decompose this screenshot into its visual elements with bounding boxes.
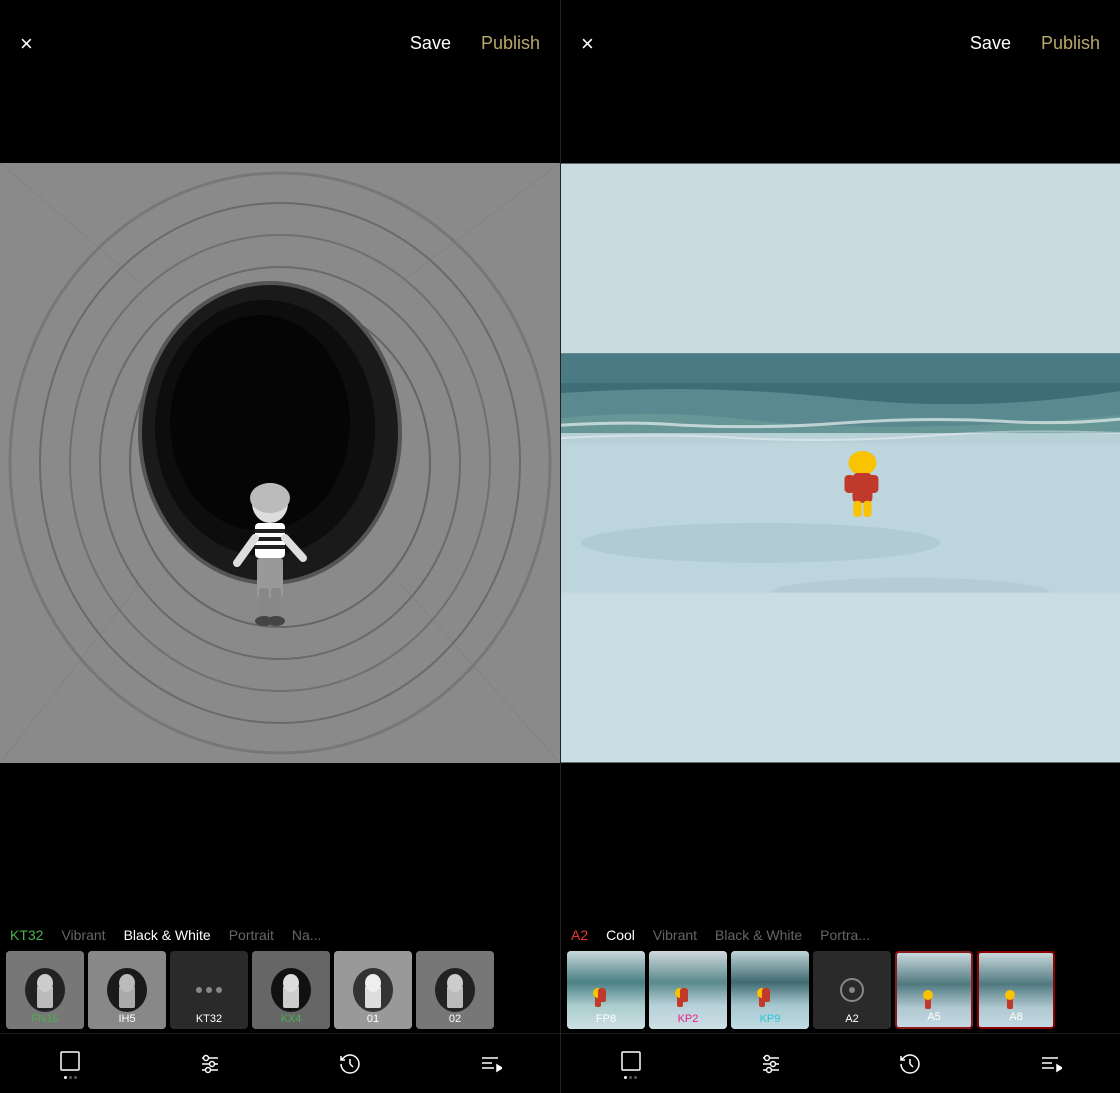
toolbar-adjust-right[interactable]: [759, 1052, 783, 1076]
photo-beach: [561, 87, 1120, 839]
filter-bar-right: A2 Cool Vibrant Black & White Portra... …: [561, 919, 1120, 1033]
filter-cat-vibrant[interactable]: Vibrant: [61, 927, 105, 943]
toolbar-history-left[interactable]: [338, 1052, 362, 1076]
toolbar-export-left[interactable]: [478, 1052, 502, 1076]
filter-thumb-a5-label: A5: [897, 1011, 971, 1023]
filter-thumb-kp9-label: KP9: [731, 1013, 809, 1025]
filter-thumb-kx4-label: KX4: [252, 1013, 330, 1025]
frame-icon-left: [58, 1049, 82, 1073]
photo-bw-tree: [0, 87, 560, 839]
filter-thumb-fn16-label: FN16: [6, 1013, 84, 1025]
filter-bar-left: KT32 Vibrant Black & White Portrait Na..…: [0, 919, 560, 1033]
header-left: × Save Publish: [0, 0, 560, 87]
filter-thumbnails-right: FP8 KP2 KP9 A2 A5: [561, 951, 1120, 1029]
bottom-black-right: [561, 839, 1120, 919]
filter-thumb-ih5-label: IH5: [88, 1013, 166, 1025]
toolbar-export-right[interactable]: [1038, 1052, 1062, 1076]
filter-thumb-a2-label: A2: [813, 1013, 891, 1025]
frame-dots-right: [624, 1076, 637, 1079]
filter-thumb-kx4[interactable]: KX4: [252, 951, 330, 1029]
filter-thumb-a2[interactable]: A2: [813, 951, 891, 1029]
panel-right: × Save Publish: [560, 0, 1120, 1093]
publish-button-right[interactable]: Publish: [1041, 33, 1100, 54]
frame-icon-right: [619, 1049, 643, 1073]
filter-cat-portrait[interactable]: Portrait: [229, 927, 274, 943]
filter-thumb-kp9[interactable]: KP9: [731, 951, 809, 1029]
filter-thumb-kp2[interactable]: KP2: [649, 951, 727, 1029]
filter-cat-bw2[interactable]: Black & White: [715, 927, 802, 943]
close-button-right[interactable]: ×: [581, 31, 594, 57]
bottom-toolbar-left: [0, 1033, 560, 1093]
panel-left: × Save Publish: [0, 0, 560, 1093]
filter-thumb-kp2-label: KP2: [649, 1013, 727, 1025]
filter-cat-cool[interactable]: Cool: [606, 927, 635, 943]
toolbar-frame-left[interactable]: [58, 1049, 82, 1079]
save-button-left[interactable]: Save: [410, 33, 451, 54]
filter-thumb-a8-label: A8: [979, 1011, 1053, 1023]
filter-thumb-02[interactable]: 02: [416, 951, 494, 1029]
filter-cat-bw[interactable]: Black & White: [124, 927, 211, 943]
photo-area-left: [0, 87, 560, 839]
adjust-icon-right: [759, 1052, 783, 1076]
toolbar-adjust-left[interactable]: [198, 1052, 222, 1076]
history-icon-left: [338, 1052, 362, 1076]
filter-thumb-a5[interactable]: A5: [895, 951, 973, 1029]
filter-thumb-fn16[interactable]: FN16: [6, 951, 84, 1029]
frame-dots-left: [64, 1076, 77, 1079]
export-icon-left: [478, 1052, 502, 1076]
filter-categories-left: KT32 Vibrant Black & White Portrait Na..…: [0, 927, 560, 943]
toolbar-frame-right[interactable]: [619, 1049, 643, 1079]
header-right: × Save Publish: [561, 0, 1120, 87]
filter-thumb-kt32[interactable]: KT32: [170, 951, 248, 1029]
filter-thumb-kt32-label: KT32: [170, 1013, 248, 1025]
export-icon-right: [1038, 1052, 1062, 1076]
filter-thumbnails-left: FN16 IH5 KT32 KX4: [0, 951, 560, 1029]
filter-cat-a2[interactable]: A2: [571, 927, 588, 943]
filter-thumb-01-label: 01: [334, 1013, 412, 1025]
header-actions-right: Save Publish: [970, 33, 1100, 54]
save-button-right[interactable]: Save: [970, 33, 1011, 54]
toolbar-history-right[interactable]: [898, 1052, 922, 1076]
filter-thumb-ih5[interactable]: IH5: [88, 951, 166, 1029]
filter-thumb-02-label: 02: [416, 1013, 494, 1025]
filter-thumb-fp8-label: FP8: [567, 1013, 645, 1025]
circle-dot: [840, 978, 864, 1002]
filter-cat-vibrant2[interactable]: Vibrant: [653, 927, 697, 943]
filter-cat-kt32[interactable]: KT32: [10, 927, 43, 943]
bottom-black-left: [0, 839, 560, 919]
filter-thumb-a8[interactable]: A8: [977, 951, 1055, 1029]
adjust-icon-left: [198, 1052, 222, 1076]
header-actions-left: Save Publish: [410, 33, 540, 54]
history-icon-right: [898, 1052, 922, 1076]
publish-button-left[interactable]: Publish: [481, 33, 540, 54]
filter-categories-right: A2 Cool Vibrant Black & White Portra...: [561, 927, 1120, 943]
filter-thumb-01[interactable]: 01: [334, 951, 412, 1029]
close-button-left[interactable]: ×: [20, 31, 33, 57]
bottom-toolbar-right: [561, 1033, 1120, 1093]
filter-thumb-fp8[interactable]: FP8: [567, 951, 645, 1029]
photo-area-right: [561, 87, 1120, 839]
filter-cat-na[interactable]: Na...: [292, 927, 322, 943]
filter-cat-portrait2[interactable]: Portra...: [820, 927, 870, 943]
